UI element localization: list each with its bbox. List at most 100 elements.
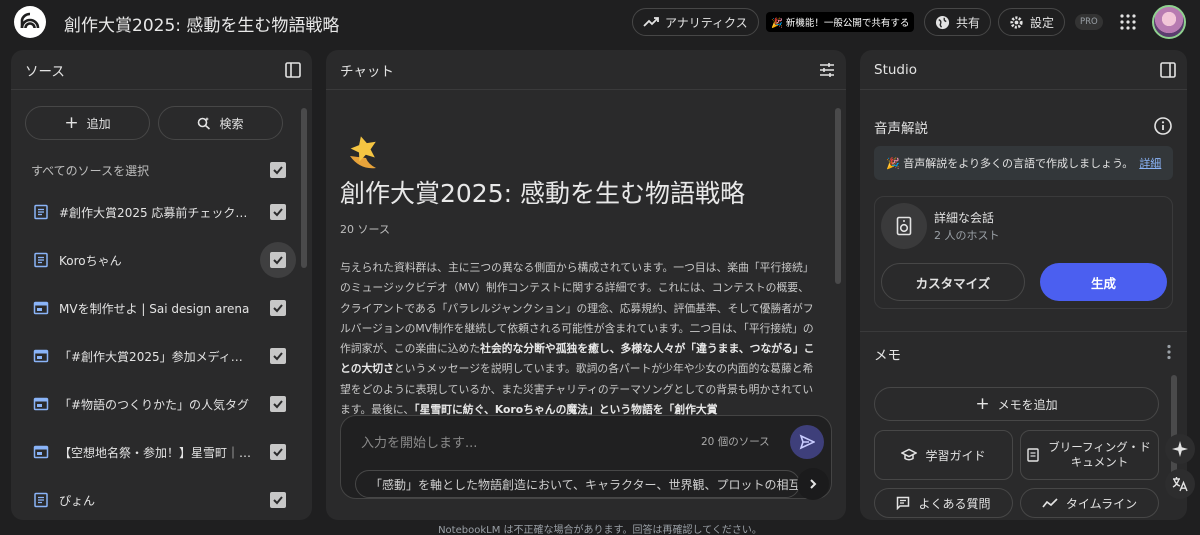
select-all-row[interactable]: すべてのソースを選択 xyxy=(11,146,311,194)
chevron-right-icon xyxy=(810,479,817,489)
top-bar: 創作大賞2025: 感動を生む物語戦略 アナリティクス 🎉 新機能！一般公開で共… xyxy=(0,0,1200,44)
source-label: 【空想地名祭・参加！】星雪町｜創作 xyxy=(59,445,254,460)
settings-button[interactable]: 設定 xyxy=(998,8,1066,36)
send-button[interactable] xyxy=(790,425,824,459)
source-label: Koroちゃん xyxy=(59,253,122,268)
tune-icon[interactable] xyxy=(818,61,836,79)
notebooklm-logo-icon[interactable] xyxy=(14,6,46,38)
disclaimer-footer: NotebookLM は不正確な場合があります。回答は再確認してください。 xyxy=(438,525,762,535)
sources-header: ソース xyxy=(11,50,312,90)
source-item[interactable]: #創作大賞2025 応募前チェックリスト xyxy=(11,188,311,236)
source-item[interactable]: 【空想地名祭・参加！】星雪町｜創作 xyxy=(11,428,311,476)
translate-button[interactable] xyxy=(1165,469,1195,499)
document-icon xyxy=(1027,448,1039,462)
doc-icon xyxy=(34,252,48,268)
source-item[interactable]: 「#創作大賞2025」参加メディアパートナー xyxy=(11,332,311,380)
analytics-label: アナリティクス xyxy=(665,15,748,30)
new-feature-badge[interactable]: 🎉 新機能！一般公開で共有する xyxy=(766,12,915,32)
source-checkbox[interactable] xyxy=(270,444,286,460)
study-guide-button[interactable]: 学習ガイド xyxy=(874,430,1013,480)
timeline-label: タイムライン xyxy=(1065,496,1138,511)
graduation-cap-icon xyxy=(901,448,918,461)
info-icon[interactable] xyxy=(1154,117,1172,135)
web-icon xyxy=(33,397,49,411)
collapse-panel-icon[interactable] xyxy=(284,61,302,79)
plus-icon: + xyxy=(975,393,990,414)
doc-icon xyxy=(34,492,48,508)
settings-label: 設定 xyxy=(1030,15,1055,30)
sparkle-icon xyxy=(1172,441,1188,457)
source-label: 「#物語のつくりかた」の人気タグ xyxy=(59,397,250,412)
conversation-subtitle: 2 人のホスト xyxy=(934,229,1000,242)
web-icon xyxy=(33,349,49,363)
timeline-button[interactable]: タイムライン xyxy=(1020,488,1159,518)
add-memo-button[interactable]: + メモを追加 xyxy=(874,387,1159,421)
memo-title: メモ xyxy=(874,348,901,364)
translate-icon xyxy=(1172,477,1188,492)
discover-sources-label: 検索 xyxy=(219,116,244,131)
source-item[interactable]: 「#物語のつくりかた」の人気タグ xyxy=(11,380,311,428)
source-item[interactable]: MVを制作せよ | Sai design arena xyxy=(11,284,311,332)
studio-header: Studio xyxy=(860,50,1187,90)
sources-scrollbar[interactable] xyxy=(301,108,307,268)
discover-sources-button[interactable]: 検索 xyxy=(158,106,283,140)
add-memo-label: メモを追加 xyxy=(997,397,1058,412)
chat-header: チャット xyxy=(326,50,846,90)
suggested-question[interactable]: 「感動」を軸とした物語創造において、キャラクター、世界観、プロットの相互作用 xyxy=(355,470,800,498)
more-vert-icon[interactable] xyxy=(1166,344,1172,360)
generate-button[interactable]: 生成 xyxy=(1040,263,1167,301)
chat-panel: チャット 創作大賞2025: 感動を生む物語戦略 20 ソース 与えられた資料群… xyxy=(326,50,846,520)
chat-input-box[interactable]: 入力を開始します... 20 個のソース 「感動」を軸とした物語創造において、キ… xyxy=(340,415,832,500)
audio-overview-card: 詳細な会話 2 人のホスト カスタマイズ 生成 xyxy=(874,196,1173,309)
notebook-title[interactable]: 創作大賞2025: 感動を生む物語戦略 xyxy=(64,11,339,36)
doc-icon xyxy=(34,204,48,220)
web-icon xyxy=(33,301,49,315)
audio-languages-banner: 🎉 音声解説をより多くの言語で作成しましょう。 詳細 xyxy=(874,146,1173,180)
source-label: ぴょん xyxy=(59,493,96,508)
share-label: 共有 xyxy=(956,15,981,30)
notebook-summary: 与えられた資料群は、主に三つの異なる側面から構成されています。一つ目は、楽曲「平… xyxy=(340,258,818,420)
studio-title: Studio xyxy=(874,61,917,78)
source-checkbox[interactable] xyxy=(270,396,286,412)
add-source-label: 追加 xyxy=(86,116,111,131)
input-source-count: 20 個のソース xyxy=(701,436,770,448)
faq-button[interactable]: よくある質問 xyxy=(874,488,1013,518)
source-checkbox[interactable] xyxy=(270,492,286,508)
sparkle-assist-button[interactable] xyxy=(1165,434,1195,464)
avatar[interactable] xyxy=(1152,5,1186,39)
next-suggestion-button[interactable] xyxy=(797,468,829,500)
conversation-title: 詳細な会話 xyxy=(934,211,995,225)
plus-icon: + xyxy=(64,112,79,133)
collapse-panel-icon[interactable] xyxy=(1159,61,1177,79)
web-icon xyxy=(33,445,49,459)
source-label: 「#創作大賞2025」参加メディアパートナー xyxy=(59,349,254,364)
source-checkbox[interactable] xyxy=(270,300,286,316)
chat-input[interactable]: 入力を開始します... xyxy=(361,432,477,451)
source-checkbox[interactable] xyxy=(270,252,286,268)
source-item[interactable]: ぴょん xyxy=(11,476,311,520)
analytics-button[interactable]: アナリティクス xyxy=(632,8,759,36)
banner-details-link[interactable]: 詳細 xyxy=(1139,155,1161,171)
audio-overview-title: 音声解説 xyxy=(874,121,928,137)
briefing-doc-button[interactable]: ブリーフィング・ドキュメント xyxy=(1020,430,1159,480)
source-checkbox[interactable] xyxy=(270,348,286,364)
share-button[interactable]: 共有 xyxy=(924,8,992,36)
source-item[interactable]: Koroちゃん xyxy=(11,236,311,284)
source-label: MVを制作せよ | Sai design arena xyxy=(59,301,250,316)
apps-grid-icon[interactable] xyxy=(1120,14,1136,30)
add-source-button[interactable]: + 追加 xyxy=(25,106,150,140)
select-all-label: すべてのソースを選択 xyxy=(31,163,150,178)
source-checkbox[interactable] xyxy=(270,204,286,220)
timeline-icon xyxy=(1042,498,1058,508)
plan-badge: PRO xyxy=(1075,14,1103,30)
trending-up-icon xyxy=(643,17,659,27)
chat-scrollbar[interactable] xyxy=(835,108,841,284)
section-divider xyxy=(860,331,1187,332)
briefing-doc-label: ブリーフィング・ドキュメント xyxy=(1048,440,1151,469)
send-icon xyxy=(799,434,815,450)
select-all-checkbox[interactable] xyxy=(270,162,286,178)
globe-icon xyxy=(935,15,950,29)
source-label: #創作大賞2025 応募前チェックリスト xyxy=(59,205,254,220)
faq-label: よくある質問 xyxy=(918,496,991,511)
customize-button[interactable]: カスタマイズ xyxy=(881,263,1025,301)
